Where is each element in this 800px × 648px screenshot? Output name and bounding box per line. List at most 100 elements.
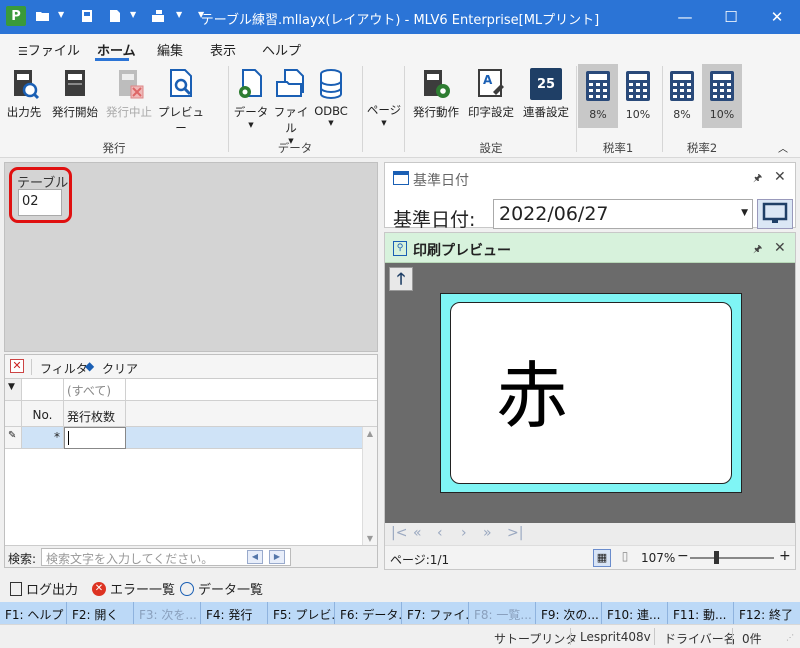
next-page-icon[interactable]: › (461, 525, 467, 541)
tax1-8percent-button[interactable]: 8% (578, 64, 618, 128)
monitor-icon (762, 202, 788, 223)
calendar-icon (393, 171, 409, 185)
tax2-group-label: 税率2 (686, 141, 718, 155)
zoom-slider-thumb[interactable] (714, 551, 719, 564)
data-gear-icon (239, 69, 262, 98)
fkey-f7[interactable]: F7: ファイ... (402, 602, 469, 624)
serial-settings-button[interactable]: 25 連番設定 (520, 66, 572, 120)
collapse-ribbon-icon[interactable]: ︿ (778, 140, 788, 155)
status-separator (732, 628, 733, 645)
status-count: 0件 (742, 632, 762, 646)
stop-issue-button[interactable]: 発行中止 (104, 66, 154, 120)
next-five-pages-icon[interactable]: » (483, 525, 492, 541)
minimize-button[interactable]: — (662, 0, 708, 34)
fkey-f6[interactable]: F6: データ... (335, 602, 402, 624)
close-panel-icon[interactable]: ✕ (774, 169, 786, 185)
fkey-f12[interactable]: F12: 終了 (734, 602, 800, 624)
tab-data-list[interactable]: データ一覧 (180, 579, 263, 598)
search-next-icon[interactable]: ▶ (269, 550, 285, 564)
search-prev-icon[interactable]: ◀ (247, 550, 263, 564)
fkey-f8[interactable]: F8: 一覧... (469, 602, 536, 624)
tab-log-output[interactable]: ログ出力 (10, 579, 78, 598)
file-menu-icon: ☰ (18, 45, 28, 58)
new-row-count-input[interactable] (64, 427, 126, 449)
zoom-out-icon[interactable]: − (677, 548, 689, 564)
file-dropdown-button[interactable]: ファイル ▼ (272, 66, 310, 145)
fkey-f2[interactable]: F2: 開く (67, 602, 134, 624)
filter-cell-no[interactable] (22, 379, 64, 401)
fkey-f5[interactable]: F5: プレビ... (268, 602, 335, 624)
base-date-panel: 基準日付 🖈 ✕ 基準日付: 2022/06/27 ▼ (384, 162, 796, 231)
data-dropdown-arrow-icon: ▼ (248, 121, 254, 129)
preview-navigation-bar: |< « ‹ › » >| (385, 523, 795, 545)
output-destination-button[interactable]: 出力先 (4, 66, 44, 120)
function-key-bar: F1: ヘルプ F2: 開く F3: 次を... F4: 発行 F5: プレビ.… (0, 602, 800, 624)
delete-row-icon[interactable]: ✕ (10, 359, 24, 373)
data-dropdown-button[interactable]: データ ▼ (232, 66, 270, 129)
tab-home[interactable]: ホーム (97, 40, 136, 59)
close-window-button[interactable]: ✕ (754, 0, 800, 34)
scroll-up-icon[interactable]: ▲ (363, 429, 377, 438)
status-separator (654, 628, 655, 645)
start-issue-button[interactable]: 発行開始 (50, 66, 100, 120)
pin-icon[interactable]: 🖈 (753, 242, 762, 259)
zoom-in-icon[interactable]: + (779, 548, 791, 564)
odbc-dropdown-button[interactable]: ODBC ▼ (312, 66, 350, 127)
tab-view[interactable]: 表示 (210, 40, 236, 59)
fit-page-icon[interactable]: ▦ (593, 549, 611, 567)
preview-button[interactable]: プレビュー (158, 66, 204, 136)
clear-button[interactable]: クリア (102, 360, 138, 377)
filter-button[interactable]: フィルタ (40, 360, 88, 377)
tab-help[interactable]: ヘルプ (262, 40, 301, 59)
fkey-f4[interactable]: F4: 発行 (201, 602, 268, 624)
grid-vertical-scrollbar[interactable]: ▲ ▼ (362, 427, 377, 545)
label-preview-paper: 赤 (450, 302, 732, 484)
table-field-input[interactable]: 02 (18, 189, 62, 216)
error-icon: ✕ (92, 581, 106, 596)
tax2-10percent-button[interactable]: 10% (702, 64, 742, 128)
column-header-no[interactable]: No. (22, 401, 64, 427)
fkey-f3[interactable]: F3: 次を... (134, 602, 201, 624)
fkey-f10[interactable]: F10: 連... (602, 602, 668, 624)
calculator-icon (626, 71, 650, 101)
fkey-f11[interactable]: F11: 動... (668, 602, 734, 624)
fkey-f9[interactable]: F9: 次の... (536, 602, 602, 624)
single-page-icon[interactable]: ▯ (617, 549, 633, 567)
fkey-f1[interactable]: F1: ヘルプ (0, 602, 67, 624)
base-date-input[interactable]: 2022/06/27 ▼ (493, 199, 753, 229)
preview-up-arrow-button[interactable]: 🡑 (389, 267, 413, 291)
print-settings-button[interactable]: A 印字設定 (465, 66, 517, 120)
printer-search-icon (14, 70, 40, 100)
zoom-level: 107% (641, 551, 676, 565)
calculator-icon (670, 71, 694, 101)
tab-edit[interactable]: 編集 (157, 40, 183, 59)
page-dropdown-button[interactable]: ページ ▼ (366, 102, 402, 127)
new-row-no-cell[interactable]: * (22, 427, 64, 449)
last-page-icon[interactable]: >| (507, 525, 523, 541)
tax1-10percent-button[interactable]: 10% (618, 64, 658, 128)
tab-error-list[interactable]: ✕ エラー一覧 (92, 579, 175, 598)
pin-icon[interactable]: 🖈 (753, 171, 762, 188)
issue-action-button[interactable]: 発行動作 (410, 66, 462, 120)
tax2-8percent-button[interactable]: 8% (662, 64, 702, 128)
zoom-slider[interactable] (690, 551, 774, 564)
display-monitor-button[interactable] (757, 199, 793, 229)
scroll-down-icon[interactable]: ▼ (363, 534, 377, 543)
status-driver-name: ドライバー名 (664, 632, 736, 646)
page-dropdown-arrow-icon: ▼ (381, 119, 387, 127)
resize-grip-icon[interactable]: ⋰ (786, 633, 794, 642)
print-preview-header: ⚲ 印刷プレビュー 🖈 ✕ (385, 233, 795, 263)
column-header-count[interactable]: 発行枚数 (64, 401, 126, 427)
filter-cell-count[interactable]: (すべて) (64, 379, 126, 401)
preview-status-bar: ページ:1/1 ▦ ▯ 107% − + (385, 545, 795, 569)
tax1-group-label: 税率1 (602, 141, 634, 155)
close-panel-icon[interactable]: ✕ (774, 240, 786, 256)
first-page-icon[interactable]: |< (391, 525, 407, 541)
prev-page-icon[interactable]: ‹ (437, 525, 443, 541)
maximize-button[interactable]: ☐ (708, 0, 754, 34)
date-dropdown-arrow-icon[interactable]: ▼ (741, 208, 748, 218)
prev-five-pages-icon[interactable]: « (413, 525, 422, 541)
edit-row-pencil-icon: ✎ (5, 427, 22, 449)
tab-file[interactable]: ☰ファイル (18, 40, 80, 59)
settings-group-label: 設定 (479, 141, 503, 155)
